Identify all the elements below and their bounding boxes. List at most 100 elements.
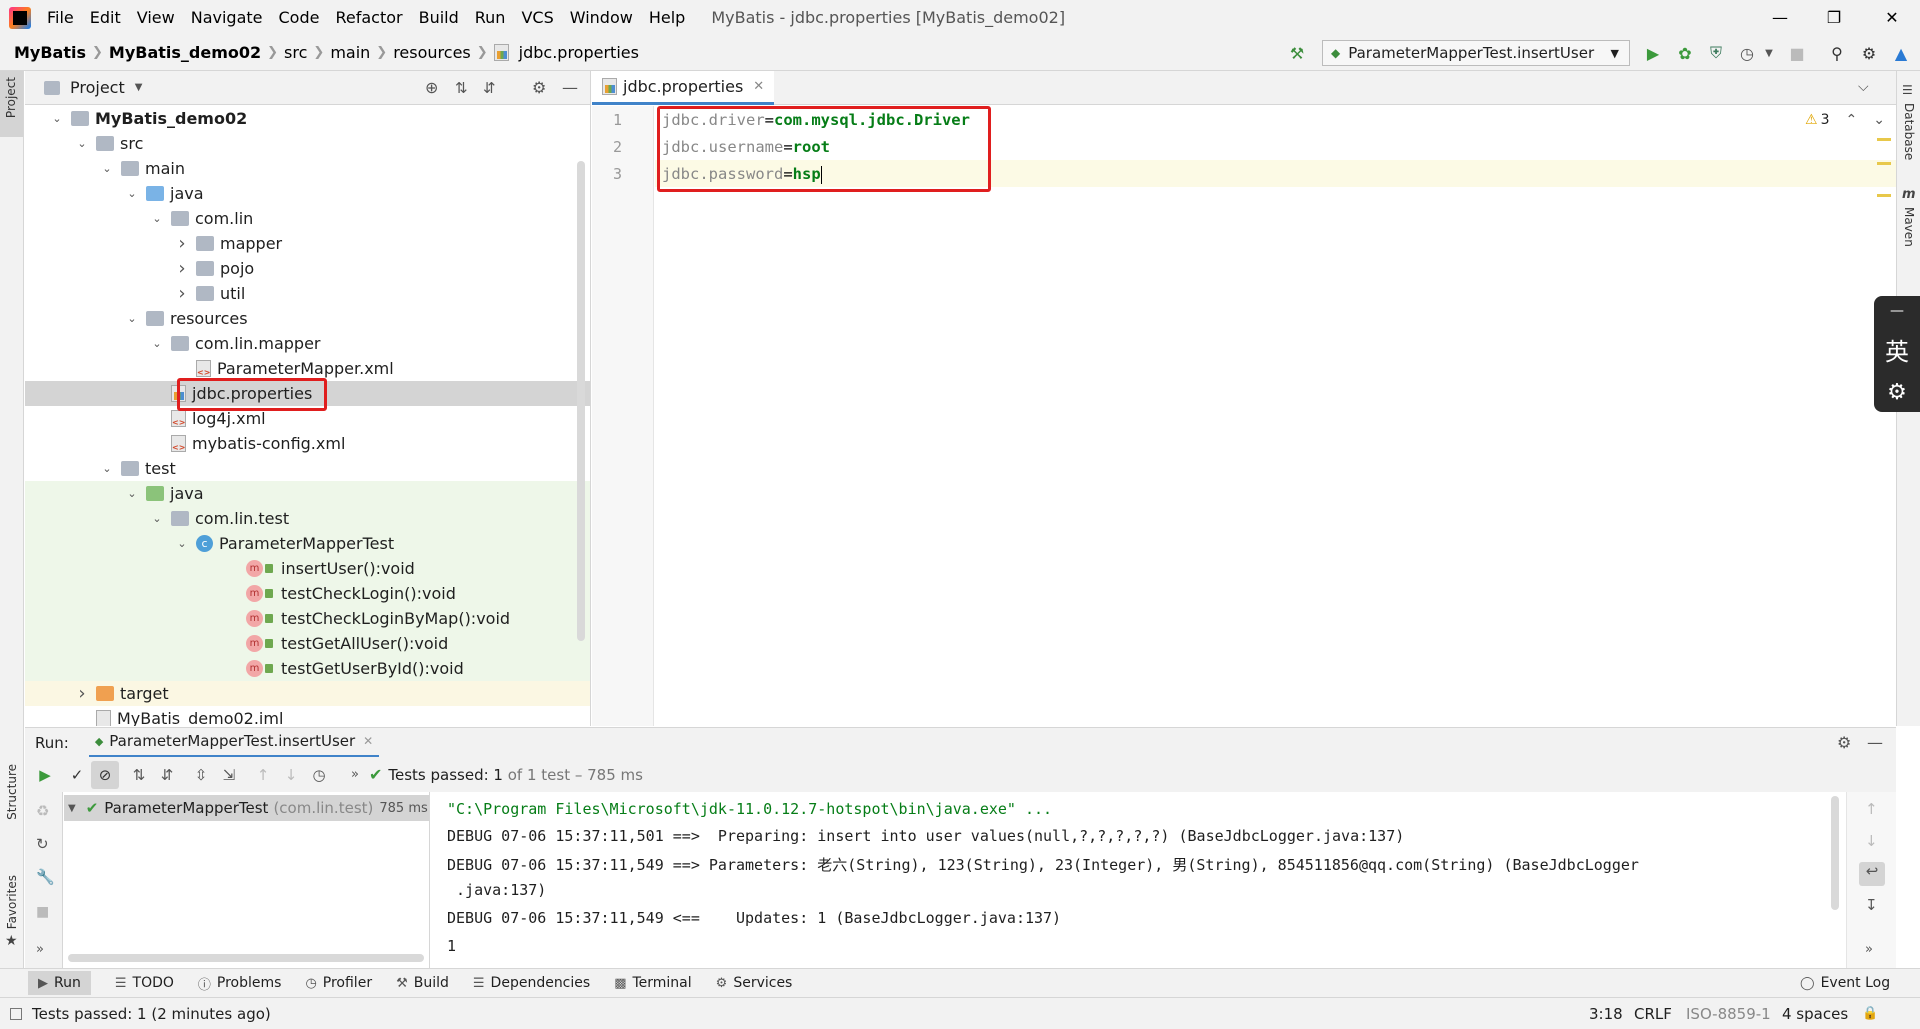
- line-separator[interactable]: CRLF: [1634, 1005, 1672, 1023]
- maven-stripe-label[interactable]: Maven: [1902, 207, 1916, 247]
- chevron-down-icon[interactable]: ⌄: [74, 137, 90, 150]
- chevron-down-icon[interactable]: ▼: [1758, 42, 1780, 64]
- warning-stripe-marker[interactable]: [1877, 162, 1891, 165]
- sort-alphabetically-icon[interactable]: ⇅: [125, 761, 153, 789]
- down-arrow-icon[interactable]: ↓: [1865, 832, 1878, 850]
- favorites-stripe-label[interactable]: Favorites: [5, 875, 19, 929]
- stop-icon[interactable]: ■: [1786, 42, 1808, 64]
- chevron-right-icon[interactable]: ›: [174, 258, 190, 279]
- menu-navigate[interactable]: Navigate: [183, 8, 271, 27]
- lock-icon[interactable]: 🔒: [1862, 1006, 1878, 1021]
- run-icon[interactable]: ▶: [1642, 42, 1664, 64]
- tree-node[interactable]: log4j.xml: [25, 406, 590, 431]
- chevron-down-icon[interactable]: ⌄: [49, 112, 65, 125]
- tool-dependencies[interactable]: ☰ Dependencies: [473, 975, 590, 991]
- test-tree-scrollbar[interactable]: [68, 954, 424, 962]
- menu-window[interactable]: Window: [562, 8, 641, 27]
- ime-settings-gear-icon[interactable]: ⚙: [1887, 380, 1907, 405]
- minimize-icon[interactable]: —: [1752, 0, 1808, 35]
- more-icon[interactable]: »: [1865, 942, 1873, 957]
- chevron-down-icon[interactable]: ⌄: [174, 537, 190, 550]
- rerun-icon[interactable]: ▶: [31, 761, 59, 789]
- tool-profiler[interactable]: ◷ Profiler: [305, 975, 372, 991]
- expand-all-icon[interactable]: ⇳: [187, 761, 215, 789]
- tree-node[interactable]: m insertUser():void: [25, 556, 590, 581]
- tree-node[interactable]: ⌄ resources: [25, 306, 590, 331]
- chevron-right-icon[interactable]: ›: [174, 283, 190, 304]
- menu-build[interactable]: Build: [411, 8, 467, 27]
- tool-terminal[interactable]: ▩ Terminal: [614, 975, 691, 991]
- show-ignored-icon[interactable]: ⊘: [91, 760, 119, 789]
- menu-edit[interactable]: Edit: [82, 8, 129, 27]
- ime-toolbar[interactable]: — 英 ⚙: [1874, 296, 1920, 412]
- tree-node[interactable]: ⌄ src: [25, 131, 590, 156]
- hide-panel-icon[interactable]: —: [562, 78, 578, 97]
- breadcrumb-file[interactable]: jdbc.properties: [515, 43, 643, 62]
- chevron-down-icon[interactable]: ⌄: [149, 212, 165, 225]
- debug-icon[interactable]: ✿: [1674, 42, 1696, 64]
- toggle-auto-test-icon[interactable]: ♻: [36, 802, 49, 820]
- warning-stripe-marker[interactable]: [1877, 194, 1891, 197]
- tree-node[interactable]: m testGetUserById():void: [25, 656, 590, 681]
- tree-node[interactable]: ⌄ java: [25, 481, 590, 506]
- tool-todo[interactable]: ☰ TODO: [115, 975, 174, 991]
- project-stripe-tab[interactable]: Project: [0, 71, 23, 137]
- chevron-down-icon[interactable]: ⌄: [124, 487, 140, 500]
- code-editor[interactable]: jdbc.driver=com.mysql.jdbc.Driver jdbc.u…: [655, 106, 1896, 726]
- close-icon[interactable]: ✕: [1864, 0, 1920, 35]
- tab-list-chevron-icon[interactable]: ⌵: [1858, 79, 1869, 95]
- previous-highlight-icon[interactable]: ⌃: [1845, 112, 1857, 128]
- settings-gear-icon[interactable]: ⚙: [532, 78, 546, 97]
- tree-node[interactable]: jdbc.properties: [25, 381, 590, 406]
- test-result-row[interactable]: ▼ ✔ ParameterMapperTest (com.lin.test) 7…: [64, 795, 429, 821]
- chevron-right-icon[interactable]: ›: [174, 233, 190, 254]
- menu-run[interactable]: Run: [467, 8, 514, 27]
- next-highlight-icon[interactable]: ⌄: [1873, 112, 1885, 128]
- ime-language-label[interactable]: 英: [1885, 332, 1909, 367]
- tool-services[interactable]: ⚙ Services: [716, 975, 793, 991]
- tree-node[interactable]: › mapper: [25, 231, 590, 256]
- breadcrumb-resources[interactable]: resources: [389, 43, 475, 62]
- menu-code[interactable]: Code: [271, 8, 328, 27]
- tree-node[interactable]: ⌄ com.lin: [25, 206, 590, 231]
- scroll-to-end-icon[interactable]: ↧: [1865, 896, 1878, 914]
- breadcrumb-project[interactable]: MyBatis: [10, 43, 90, 62]
- locate-file-icon[interactable]: ⊕: [425, 78, 438, 97]
- caret-position[interactable]: 3:18: [1589, 1005, 1623, 1023]
- settings-gear-icon[interactable]: ⚙: [1858, 42, 1880, 64]
- chevron-down-icon[interactable]: ⌄: [124, 312, 140, 325]
- coverage-icon[interactable]: ⛨: [1705, 42, 1727, 64]
- run-configuration-select[interactable]: ◆ ParameterMapperTest.insertUser ▼: [1322, 40, 1630, 66]
- sort-by-duration-icon[interactable]: ⇵: [153, 761, 181, 789]
- stop-icon[interactable]: ■: [36, 904, 49, 920]
- tab-jdbc-properties[interactable]: jdbc.properties ✕: [592, 71, 775, 105]
- tree-node[interactable]: ⌄ c ParameterMapperTest: [25, 531, 590, 556]
- tool-event-log[interactable]: ◯ Event Log: [1800, 975, 1890, 991]
- build-hammer-icon[interactable]: ⚒: [1286, 42, 1308, 64]
- tool-run[interactable]: ▶ Run: [28, 971, 91, 995]
- tree-node[interactable]: › util: [25, 281, 590, 306]
- tree-node[interactable]: ParameterMapper.xml: [25, 356, 590, 381]
- tool-build[interactable]: ⚒ Build: [396, 975, 449, 991]
- database-stripe-label[interactable]: Database: [1902, 103, 1916, 160]
- console-scrollbar[interactable]: [1831, 796, 1839, 910]
- wrench-icon[interactable]: 🔧: [36, 868, 55, 886]
- expand-all-icon[interactable]: ⇅: [455, 79, 468, 97]
- search-icon[interactable]: ⚲: [1826, 42, 1848, 64]
- tree-node[interactable]: ⌄ java: [25, 181, 590, 206]
- settings-gear-icon[interactable]: ⚙: [1837, 733, 1851, 752]
- close-tab-icon[interactable]: ✕: [363, 734, 373, 748]
- next-failed-icon[interactable]: ↓: [277, 761, 305, 789]
- warning-stripe-marker[interactable]: [1877, 138, 1891, 141]
- status-toggle-icon[interactable]: [10, 1007, 22, 1020]
- show-passed-icon[interactable]: ✓: [63, 761, 91, 789]
- ime-minimize-icon[interactable]: —: [1890, 303, 1904, 319]
- rerun-failed-icon[interactable]: ↻: [36, 835, 49, 853]
- tree-node[interactable]: MyBatis_demo02.iml: [25, 706, 590, 726]
- close-tab-icon[interactable]: ✕: [753, 79, 764, 94]
- tree-node[interactable]: ⌄ MyBatis_demo02: [25, 106, 590, 131]
- more-icon[interactable]: »: [351, 767, 359, 782]
- tree-node[interactable]: › target: [25, 681, 590, 706]
- tree-node[interactable]: mybatis-config.xml: [25, 431, 590, 456]
- chevron-down-icon[interactable]: ⌄: [149, 337, 165, 350]
